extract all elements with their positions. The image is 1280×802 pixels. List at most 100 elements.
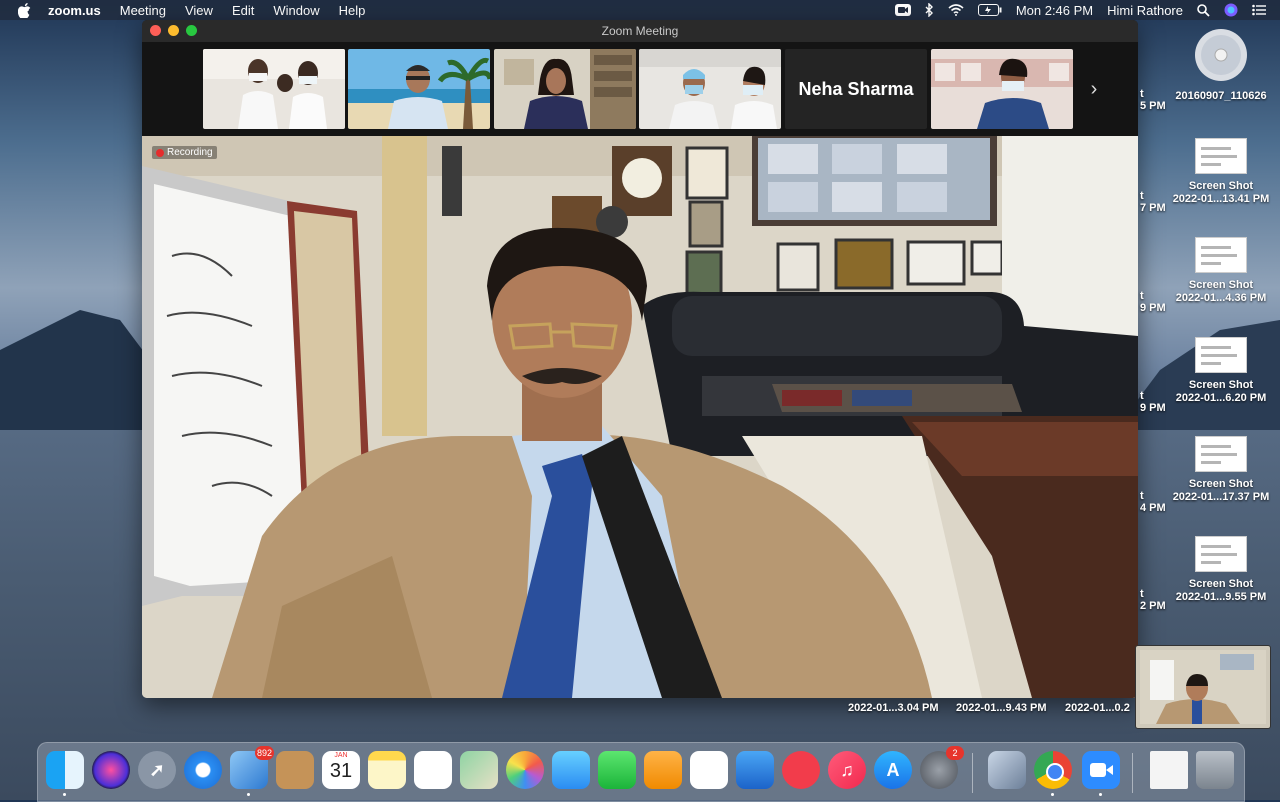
- dock-siri-icon[interactable]: [92, 751, 130, 789]
- dock-system-preferences-icon[interactable]: 2: [920, 746, 964, 789]
- menu-window[interactable]: Window: [273, 3, 319, 18]
- participant-video-feed: [494, 49, 636, 129]
- dock-pdf-document-icon[interactable]: [1150, 751, 1188, 789]
- calendar-day: 31: [329, 760, 353, 782]
- gallery-next-arrow-icon[interactable]: ›: [1084, 74, 1104, 104]
- zoom-status-icon[interactable]: [894, 4, 911, 16]
- dock-app-store-icon[interactable]: A: [874, 751, 912, 789]
- screenshot-file-icon: [1195, 436, 1247, 472]
- active-speaker-video[interactable]: Recording: [142, 136, 1138, 698]
- battery-icon[interactable]: [977, 4, 1002, 16]
- desktop-label-fragment[interactable]: t7 PM: [1140, 190, 1166, 214]
- desktop-icon-label: Screen Shot 2022-01...13.41 PM: [1172, 180, 1270, 205]
- dock-music-icon[interactable]: ♫: [828, 751, 866, 789]
- close-window-button[interactable]: [150, 25, 161, 36]
- dock-separator: [1132, 753, 1133, 793]
- dock-reminders-icon[interactable]: [414, 751, 452, 789]
- dock-separator: [972, 753, 973, 793]
- desktop-icon-label: 20160907_110626: [1175, 90, 1267, 102]
- menu-bar: zoom.us Meeting View Edit Window Help Mo…: [0, 0, 1280, 20]
- desktop-icon-screenshot[interactable]: Screen Shot 2022-01...6.20 PM: [1161, 337, 1280, 405]
- menubar-clock[interactable]: Mon 2:46 PM: [1016, 3, 1093, 18]
- window-controls: [150, 25, 204, 36]
- wifi-icon[interactable]: [948, 4, 964, 16]
- desktop-icon-label[interactable]: 2022-01...9.43 PM: [956, 702, 1047, 714]
- calendar-month: JAN: [334, 752, 348, 759]
- dock-numbers-icon[interactable]: [690, 751, 728, 789]
- desktop-label-fragment[interactable]: t5 PM: [1140, 88, 1166, 112]
- screenshot-file-icon: [1195, 138, 1247, 174]
- dock-zoom-icon[interactable]: [1082, 751, 1120, 796]
- desktop-label-fragment[interactable]: t4 PM: [1140, 490, 1166, 514]
- dock-calendar-icon[interactable]: JAN 31: [322, 751, 360, 789]
- menubar-user[interactable]: Himi Rathore: [1107, 3, 1183, 18]
- menu-app-name[interactable]: zoom.us: [48, 3, 101, 18]
- menu-edit[interactable]: Edit: [232, 3, 254, 18]
- apple-menu-icon[interactable]: [18, 2, 36, 18]
- minimize-window-button[interactable]: [168, 25, 179, 36]
- fullscreen-window-button[interactable]: [186, 25, 197, 36]
- dock-finder-icon[interactable]: [46, 751, 84, 796]
- mail-unread-badge: 892: [254, 746, 274, 760]
- menu-meeting[interactable]: Meeting: [120, 3, 166, 18]
- desktop-label-fragment[interactable]: t9 PM: [1140, 390, 1166, 414]
- participant-tile[interactable]: [348, 49, 490, 129]
- dock-photos-icon[interactable]: [506, 751, 544, 789]
- bluetooth-icon[interactable]: [925, 3, 934, 17]
- dock-trash-icon[interactable]: [1196, 751, 1234, 789]
- dock-keynote-icon[interactable]: [736, 751, 774, 789]
- spotlight-search-icon[interactable]: [1197, 3, 1210, 17]
- disc-image-icon: [1195, 29, 1247, 81]
- dock: ➚ 892 JAN 31 ♫ A 2: [37, 742, 1245, 802]
- dock-notes-icon[interactable]: [368, 751, 406, 789]
- recording-label: Recording: [167, 147, 213, 158]
- screenshot-file-icon: [1195, 536, 1247, 572]
- dock-news-icon[interactable]: [782, 751, 820, 789]
- participant-tile[interactable]: [494, 49, 636, 129]
- recording-indicator[interactable]: Recording: [152, 146, 217, 159]
- participant-video-feed: [931, 49, 1073, 129]
- desktop-icon-disc[interactable]: 20160907_110626: [1161, 28, 1280, 103]
- dock-launchpad-icon[interactable]: ➚: [138, 751, 176, 789]
- dock-messages-icon[interactable]: [552, 751, 590, 789]
- window-title: Zoom Meeting: [601, 24, 679, 38]
- desktop-icon-label: Screen Shot 2022-01...9.55 PM: [1175, 578, 1267, 603]
- participant-name: Neha Sharma: [798, 78, 914, 99]
- participant-video-feed: [348, 49, 490, 129]
- desktop-icon-screenshot[interactable]: Screen Shot 2022-01...17.37 PM: [1161, 436, 1280, 504]
- participant-video-feed: [203, 49, 345, 129]
- participant-video-feed: [639, 49, 781, 129]
- menubar-status-area: Mon 2:46 PM Himi Rathore: [894, 0, 1280, 20]
- dock-pages-icon[interactable]: [644, 751, 682, 789]
- notification-center-icon[interactable]: [1252, 4, 1266, 16]
- desktop-icon-screenshot[interactable]: Screen Shot 2022-01...9.55 PM: [1161, 536, 1280, 604]
- dock-mail-icon[interactable]: 892: [230, 746, 274, 796]
- desktop-icon-screenshot[interactable]: Screen Shot 2022-01...4.36 PM: [1161, 237, 1280, 305]
- menu-help[interactable]: Help: [339, 3, 366, 18]
- siri-icon[interactable]: [1224, 3, 1238, 17]
- dock-chrome-icon[interactable]: [1034, 751, 1072, 796]
- dock-facetime-icon[interactable]: [598, 751, 636, 789]
- dock-maps-icon[interactable]: [460, 751, 498, 789]
- dock-contacts-icon[interactable]: [276, 751, 314, 789]
- desktop-icon-label: Screen Shot 2022-01...4.36 PM: [1175, 279, 1267, 304]
- dock-preview-icon[interactable]: [988, 751, 1026, 789]
- desktop-icon-label[interactable]: 2022-01...3.04 PM: [848, 702, 939, 714]
- self-view-video[interactable]: [1135, 645, 1271, 729]
- dock-safari-icon[interactable]: [184, 751, 222, 789]
- desktop-label-fragment[interactable]: t2 PM: [1140, 588, 1166, 612]
- recording-dot-icon: [156, 148, 164, 157]
- desktop-icon-label: Screen Shot 2022-01...17.37 PM: [1172, 478, 1270, 503]
- desktop-icon-label[interactable]: 2022-01...0.2: [1065, 702, 1130, 714]
- desktop-label-fragment[interactable]: t9 PM: [1140, 290, 1166, 314]
- participant-tile[interactable]: [639, 49, 781, 129]
- participant-tile[interactable]: [203, 49, 345, 129]
- participant-tile[interactable]: [931, 49, 1073, 129]
- zoom-meeting-window: Zoom Meeting Neha Sharma › Recording: [142, 20, 1138, 698]
- screenshot-file-icon: [1195, 337, 1247, 373]
- participant-tile[interactable]: Neha Sharma: [785, 49, 927, 129]
- desktop-icon-label: Screen Shot 2022-01...6.20 PM: [1175, 379, 1267, 404]
- menu-view[interactable]: View: [185, 3, 213, 18]
- window-titlebar[interactable]: Zoom Meeting: [142, 20, 1138, 42]
- desktop-icon-screenshot[interactable]: Screen Shot 2022-01...13.41 PM: [1161, 138, 1280, 206]
